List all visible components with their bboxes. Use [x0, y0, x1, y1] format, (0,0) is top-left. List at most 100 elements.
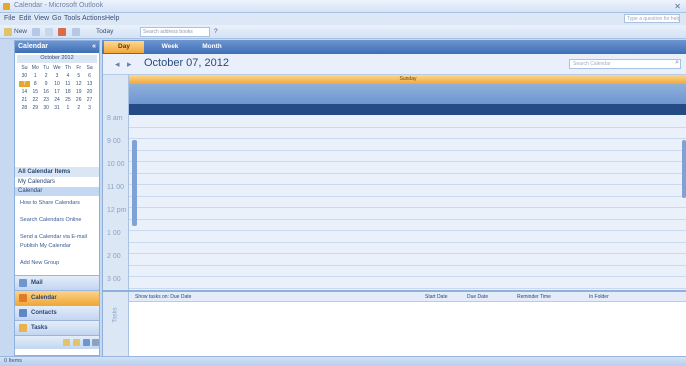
help-search-input[interactable]: Type a question for help	[624, 14, 680, 23]
new-button[interactable]: New	[14, 28, 27, 35]
link-search-calendars[interactable]: Search Calendars Online	[15, 216, 99, 224]
collapse-chevron-icon[interactable]: «	[92, 43, 96, 50]
tasks-col-start-date[interactable]: Start Date	[425, 294, 448, 300]
mini-calendar-day[interactable]: 3	[52, 73, 63, 79]
scroll-handle[interactable]	[682, 140, 686, 198]
all-day-event-area[interactable]	[129, 84, 686, 104]
mini-calendar-day[interactable]: 28	[19, 105, 30, 111]
tasks-column-header: Show tasks on: Due Date Start Date Due D…	[129, 292, 686, 302]
tasks-col-due-date[interactable]: Due Date	[467, 294, 488, 300]
mini-calendar-day[interactable]: 23	[41, 97, 52, 103]
mini-calendar-day[interactable]: 6	[84, 73, 95, 79]
folder-calendar[interactable]: Calendar	[15, 187, 99, 196]
time-column: 8 am 9 00 10 00 11 00 12 pm 1 00 2 00 3 00	[103, 75, 129, 290]
mini-calendar-day[interactable]: 12	[73, 81, 84, 87]
calendar-grid-icon[interactable]	[72, 28, 80, 36]
nav-button-contacts[interactable]: Contacts	[15, 305, 99, 320]
half-hour-line	[129, 253, 686, 254]
search-icon[interactable]: ⌕	[675, 59, 679, 67]
title-bar: Calendar - Microsoft Outlook ✕	[0, 0, 686, 13]
mini-calendar-day[interactable]: 5	[73, 73, 84, 79]
mini-calendar-day[interactable]: 10	[52, 81, 63, 87]
next-day-arrow-icon[interactable]: ▸	[127, 59, 132, 70]
mini-calendar-day[interactable]: 30	[19, 73, 30, 79]
time-label: 3 00	[107, 276, 121, 283]
menu-actions[interactable]: Actions	[82, 15, 105, 22]
mini-calendar-day[interactable]: 2	[41, 73, 52, 79]
mini-calendar-day[interactable]: 27	[84, 97, 95, 103]
mini-calendar-day[interactable]: 11	[62, 81, 73, 87]
mini-calendar-day[interactable]: 1	[30, 73, 41, 79]
move-icon[interactable]	[45, 28, 53, 36]
mini-calendar-day[interactable]: 22	[30, 97, 41, 103]
mini-calendar-day[interactable]: 17	[52, 89, 63, 95]
link-publish-calendar[interactable]: Publish My Calendar	[15, 242, 99, 250]
mini-calendar-day[interactable]: 8	[30, 81, 41, 87]
mini-calendar-day[interactable]: 1	[62, 105, 73, 111]
mini-calendar-day[interactable]: 30	[41, 105, 52, 111]
mini-calendar-day[interactable]: 19	[73, 89, 84, 95]
mini-calendar-day[interactable]: 26	[73, 97, 84, 103]
folder-my-calendars[interactable]: My Calendars	[15, 178, 99, 187]
time-label: 12 pm	[107, 207, 127, 214]
mini-calendar-day[interactable]: 20	[84, 89, 95, 95]
nav-button-tasks[interactable]: Tasks	[15, 320, 99, 335]
previous-day-arrow-icon[interactable]: ◂	[115, 59, 120, 70]
mini-calendar-today[interactable]: 7	[19, 81, 30, 87]
nav-button-calendar[interactable]: Calendar	[15, 290, 99, 305]
mini-calendar-day[interactable]: 16	[41, 89, 52, 95]
nav-button-mail[interactable]: Mail	[15, 275, 99, 290]
mini-calendar-day[interactable]: 24	[52, 97, 63, 103]
tab-month[interactable]: Month	[192, 41, 232, 53]
address-book-search-combo[interactable]: Search address books	[140, 27, 210, 37]
link-add-group[interactable]: Add New Group	[15, 259, 99, 267]
half-hour-line	[129, 276, 686, 277]
all-calendar-items-header[interactable]: All Calendar Items	[15, 167, 99, 177]
shortcuts-icon[interactable]	[83, 339, 90, 346]
today-button[interactable]: Today	[96, 28, 113, 35]
mini-calendar-day[interactable]: 29	[30, 105, 41, 111]
help-icon[interactable]: ?	[214, 28, 218, 35]
menu-edit[interactable]: Edit	[19, 15, 31, 22]
tab-day[interactable]: Day	[104, 41, 144, 53]
mail-icon	[19, 279, 27, 287]
time-label: 2 00	[107, 253, 121, 260]
notes-icon[interactable]	[63, 339, 70, 346]
mini-calendar-day[interactable]: 9	[41, 81, 52, 87]
mini-calendar-day[interactable]: 21	[19, 97, 30, 103]
calendar-search-input[interactable]: Search Calendar	[569, 59, 681, 69]
left-resize-handle[interactable]	[132, 140, 137, 226]
mini-calendar-day[interactable]: 25	[62, 97, 73, 103]
mini-calendar-day[interactable]: 3	[84, 105, 95, 111]
mini-calendar-day[interactable]: 14	[19, 89, 30, 95]
print-icon[interactable]	[32, 28, 40, 36]
menu-help[interactable]: Help	[105, 15, 119, 22]
menu-file[interactable]: File	[4, 15, 15, 22]
menu-view[interactable]: View	[34, 15, 49, 22]
tasks-col-show-on[interactable]: Show tasks on: Due Date	[135, 294, 191, 300]
tasks-col-in-folder[interactable]: In Folder	[589, 294, 609, 300]
menu-tools[interactable]: Tools	[64, 15, 80, 22]
mini-calendar-day[interactable]: 2	[73, 105, 84, 111]
time-slots[interactable]	[129, 115, 686, 290]
all-day-event-bar[interactable]	[129, 104, 686, 115]
new-item-icon[interactable]	[4, 28, 12, 36]
delete-icon[interactable]	[58, 28, 66, 36]
close-window-icon[interactable]: ✕	[674, 2, 681, 11]
tab-week[interactable]: Week	[150, 41, 190, 53]
day-header: Sunday	[129, 75, 686, 84]
tasks-col-reminder-time[interactable]: Reminder Time	[517, 294, 551, 300]
nav-button-label: Calendar	[31, 295, 57, 301]
folder-list-icon[interactable]	[73, 339, 80, 346]
mini-calendar-day[interactable]: 18	[62, 89, 73, 95]
link-share-calendars[interactable]: How to Share Calendars	[15, 199, 99, 207]
mini-calendar-day[interactable]: 31	[52, 105, 63, 111]
link-send-calendar[interactable]: Send a Calendar via E-mail	[15, 233, 99, 241]
menu-go[interactable]: Go	[52, 15, 61, 22]
tasks-side-bar: Tasks	[103, 292, 129, 356]
mini-calendar-day[interactable]: 4	[62, 73, 73, 79]
nav-button-label: Mail	[31, 280, 43, 286]
mini-calendar-day[interactable]: 15	[30, 89, 41, 95]
mini-calendar-day[interactable]: 13	[84, 81, 95, 87]
configure-buttons-icon[interactable]	[92, 339, 99, 346]
